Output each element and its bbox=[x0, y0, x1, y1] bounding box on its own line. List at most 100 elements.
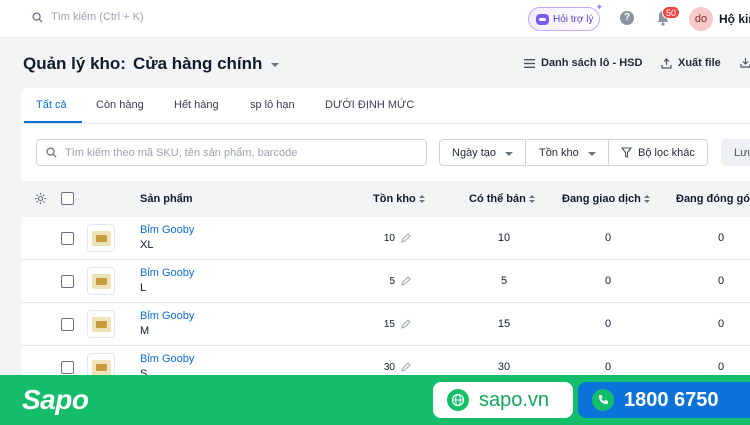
in-transaction-value: 0 bbox=[604, 232, 612, 244]
diaper-pack-icon bbox=[92, 274, 111, 289]
packing-value: 0 bbox=[717, 275, 725, 287]
tab-all[interactable]: Tất cả bbox=[36, 99, 67, 111]
assistant-button[interactable]: Hỏi trợ lý ✦ bbox=[528, 2, 603, 31]
date-created-filter[interactable]: Ngày tạo bbox=[439, 139, 527, 166]
row-checkbox[interactable] bbox=[61, 361, 74, 374]
product-name-link[interactable]: Bỉm Gooby bbox=[140, 310, 194, 322]
edit-icon[interactable] bbox=[401, 233, 411, 243]
store-selector[interactable]: Cửa hàng chính bbox=[133, 54, 280, 74]
in-transaction-value: 0 bbox=[604, 318, 612, 330]
product-name-link[interactable]: Bỉm Gooby bbox=[140, 224, 194, 236]
product-name-link[interactable]: Bỉm Gooby bbox=[140, 267, 194, 279]
hotline-label: 1800 6750 bbox=[624, 388, 719, 411]
save-filter-button[interactable]: Lưu bbox=[721, 139, 750, 166]
stock-value: 30 bbox=[383, 362, 395, 373]
tab-out-of-stock[interactable]: Hết hàng bbox=[174, 99, 219, 111]
lot-list-label: Danh sách lô - HSD bbox=[541, 57, 643, 69]
col-product: Sản phẩm bbox=[140, 193, 193, 205]
bot-icon bbox=[536, 13, 549, 25]
sparkle-icon: ✦ bbox=[595, 2, 603, 12]
global-search-placeholder: Tìm kiếm (Ctrl + K) bbox=[51, 11, 144, 23]
date-created-label: Ngày tạo bbox=[452, 146, 497, 159]
list-icon bbox=[524, 58, 535, 68]
product-variant: XL bbox=[140, 239, 154, 251]
chevron-down-icon bbox=[271, 63, 280, 67]
select-all-checkbox[interactable] bbox=[61, 192, 74, 205]
table-row[interactable]: Bỉm Gooby L 5 5 0 0 bbox=[21, 260, 750, 303]
col-available[interactable]: Có thể bán bbox=[469, 193, 535, 205]
tab-bar: Tất cả Còn hàng Hết hàng sp lô hạn DƯỚI … bbox=[21, 88, 750, 124]
col-product-label: Sản phẩm bbox=[140, 193, 193, 205]
col-in-transaction[interactable]: Đang giao dịch bbox=[562, 193, 650, 205]
sort-icon bbox=[528, 194, 535, 204]
edit-icon[interactable] bbox=[401, 276, 411, 286]
tab-lot-expiry[interactable]: sp lô hạn bbox=[250, 99, 295, 111]
lot-list-button[interactable]: Danh sách lô - HSD bbox=[524, 57, 642, 69]
row-checkbox[interactable] bbox=[61, 232, 74, 245]
top-bar: Tìm kiếm (Ctrl + K) Hỏi trợ lý ✦ ? 50 do… bbox=[0, 0, 750, 38]
stock-filter[interactable]: Tồn kho bbox=[527, 139, 609, 166]
product-search-placeholder: Tìm kiếm theo mã SKU, tên sản phẩm, barc… bbox=[65, 146, 298, 159]
phone-icon bbox=[592, 389, 614, 411]
search-icon bbox=[32, 11, 43, 23]
product-name-link[interactable]: Bỉm Gooby bbox=[140, 353, 194, 365]
product-thumbnail bbox=[87, 224, 115, 252]
notification-badge: 50 bbox=[662, 6, 681, 19]
store-name: Cửa hàng chính bbox=[133, 54, 263, 73]
search-icon bbox=[46, 147, 57, 158]
user-name[interactable]: Hộ kin bbox=[719, 12, 750, 26]
row-checkbox[interactable] bbox=[61, 318, 74, 331]
filter-icon bbox=[621, 147, 632, 158]
other-filter-button[interactable]: Bộ lọc khác bbox=[609, 139, 708, 166]
col-packing[interactable]: Đang đóng gói bbox=[676, 193, 750, 205]
stock-value: 15 bbox=[383, 319, 395, 330]
avatar[interactable]: do bbox=[689, 7, 713, 31]
table-header: Sản phẩm Tồn kho Có thể bán Đang giao dị… bbox=[21, 181, 750, 217]
in-transaction-value: 0 bbox=[604, 361, 612, 373]
col-stock[interactable]: Tồn kho bbox=[373, 193, 425, 205]
available-value: 5 bbox=[500, 275, 508, 287]
globe-icon bbox=[447, 389, 469, 411]
available-value: 10 bbox=[497, 232, 511, 244]
save-filter-label: Lưu bbox=[734, 146, 750, 159]
row-checkbox[interactable] bbox=[61, 275, 74, 288]
packing-value: 0 bbox=[717, 361, 725, 373]
export-button[interactable]: Xuất file bbox=[661, 57, 721, 69]
stock-filter-label: Tồn kho bbox=[539, 146, 579, 159]
diaper-pack-icon bbox=[92, 360, 111, 375]
gear-icon[interactable] bbox=[34, 192, 47, 205]
product-search-input[interactable]: Tìm kiếm theo mã SKU, tên sản phẩm, barc… bbox=[36, 139, 427, 166]
edit-icon[interactable] bbox=[401, 362, 411, 372]
diaper-pack-icon bbox=[92, 317, 111, 332]
page-title: Quản lý kho: bbox=[23, 54, 126, 73]
available-value: 15 bbox=[497, 318, 511, 330]
assistant-label: Hỏi trợ lý bbox=[553, 13, 594, 25]
import-icon[interactable] bbox=[740, 57, 750, 68]
active-tab-indicator bbox=[24, 121, 82, 123]
packing-value: 0 bbox=[717, 232, 725, 244]
global-search[interactable]: Tìm kiếm (Ctrl + K) bbox=[32, 11, 144, 23]
sort-icon bbox=[418, 194, 425, 204]
website-link[interactable]: sapo.vn bbox=[433, 382, 573, 418]
sapo-logo: Sapo bbox=[22, 384, 89, 415]
promo-banner: Sapo sapo.vn 1800 6750 bbox=[0, 375, 750, 425]
col-stock-label: Tồn kho bbox=[373, 193, 416, 205]
edit-icon[interactable] bbox=[401, 319, 411, 329]
website-label: sapo.vn bbox=[479, 388, 550, 411]
product-variant: M bbox=[140, 325, 150, 337]
diaper-pack-icon bbox=[92, 231, 111, 246]
tab-in-stock[interactable]: Còn hàng bbox=[96, 99, 144, 111]
tab-below-threshold[interactable]: DƯỚI ĐỊNH MỨC bbox=[325, 99, 414, 111]
help-icon[interactable]: ? bbox=[620, 11, 634, 25]
product-variant: L bbox=[140, 282, 147, 294]
product-thumbnail bbox=[87, 267, 115, 295]
table-row[interactable]: Bỉm Gooby M 15 15 0 0 bbox=[21, 303, 750, 346]
hotline-link[interactable]: 1800 6750 bbox=[578, 382, 750, 418]
table-row[interactable]: Bỉm Gooby XL 10 10 0 0 bbox=[21, 217, 750, 260]
stock-value: 10 bbox=[383, 233, 395, 244]
col-in-transaction-label: Đang giao dịch bbox=[562, 193, 641, 205]
upload-icon bbox=[661, 57, 672, 69]
export-label: Xuất file bbox=[678, 57, 721, 69]
col-available-label: Có thể bán bbox=[469, 193, 526, 205]
packing-value: 0 bbox=[717, 318, 725, 330]
